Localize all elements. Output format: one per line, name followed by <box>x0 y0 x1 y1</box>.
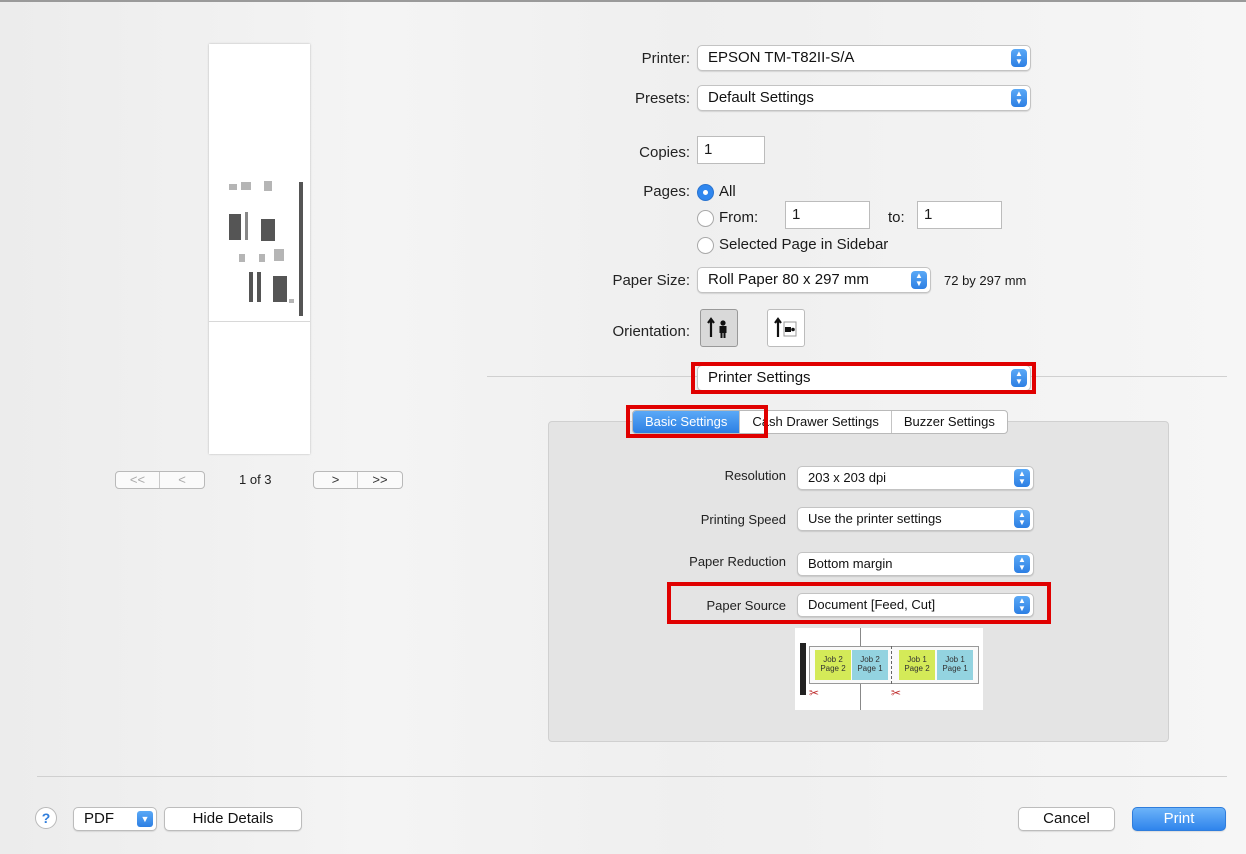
preview-content <box>229 214 241 240</box>
printing-speed-popup[interactable]: Use the printer settings ▲ ▼ <box>797 507 1034 531</box>
pages-from-radio[interactable] <box>697 210 714 227</box>
pages-selected-radio[interactable] <box>697 237 714 254</box>
preview-content <box>239 254 245 262</box>
copies-field[interactable]: 1 <box>697 136 765 164</box>
chevron-down-icon: ▼ <box>137 811 153 827</box>
presets-label: Presets: <box>634 90 690 107</box>
preview-content <box>245 212 248 240</box>
highlight-paper-source <box>667 582 1051 624</box>
paper-reduction-label: Paper Reduction <box>689 554 786 569</box>
paper-reduction-value: Bottom margin <box>808 556 893 571</box>
presets-popup[interactable]: Default Settings ▲ ▼ <box>697 85 1031 111</box>
job-block: Job 2 Page 2 <box>815 650 851 680</box>
printer-value: EPSON TM-T82II-S/A <box>708 49 855 66</box>
page-preview <box>209 44 310 454</box>
chevron-updown-icon: ▲ ▼ <box>1014 555 1030 573</box>
paper-size-value: Roll Paper 80 x 297 mm <box>708 271 869 288</box>
cut-marker <box>891 646 892 684</box>
printer-label: Printer: <box>641 50 690 67</box>
hide-details-button[interactable]: Hide Details <box>164 807 302 831</box>
pages-from-label: From: <box>719 209 759 226</box>
highlight-printer-settings <box>691 362 1036 394</box>
preview-content <box>289 299 294 303</box>
first-page-button[interactable]: << <box>116 472 160 488</box>
landscape-icon <box>774 317 797 337</box>
preview-content <box>273 276 287 302</box>
page-counter: 1 of 3 <box>239 472 272 487</box>
preview-content <box>257 272 261 302</box>
resolution-popup[interactable]: 203 x 203 dpi ▲ ▼ <box>797 466 1034 490</box>
orientation-landscape-button[interactable] <box>767 309 805 347</box>
print-button[interactable]: Print <box>1132 807 1226 831</box>
orientation-label: Orientation: <box>612 323 690 340</box>
pages-to-label: to: <box>888 209 905 226</box>
printing-speed-label: Printing Speed <box>700 512 786 527</box>
preview-content <box>229 184 237 190</box>
printer-popup[interactable]: EPSON TM-T82II-S/A ▲ ▼ <box>697 45 1031 71</box>
highlight-basic-settings <box>626 405 768 438</box>
pages-from-field[interactable]: 1 <box>785 201 870 229</box>
roll-edge <box>800 643 806 695</box>
job-block: Job 1 Page 1 <box>937 650 973 680</box>
preview-content <box>241 182 251 190</box>
paper-reduction-popup[interactable]: Bottom margin ▲ ▼ <box>797 552 1034 576</box>
chevron-updown-icon: ▲ ▼ <box>1014 510 1030 528</box>
orientation-portrait-button[interactable] <box>700 309 738 347</box>
paper-size-popup[interactable]: Roll Paper 80 x 297 mm ▲ ▼ <box>697 267 931 293</box>
scissors-icon: ✂ <box>891 686 902 700</box>
paper-source-diagram: Job 2 Page 2 Job 2 Page 1 Job 1 Page 2 Job … <box>795 628 983 710</box>
chevron-updown-icon: ▲ ▼ <box>1011 89 1027 107</box>
preview-nav-back: << < <box>115 471 205 489</box>
pages-all-label: All <box>719 183 736 200</box>
pages-all-radio[interactable] <box>697 184 714 201</box>
scissors-icon: ✂ <box>809 686 820 700</box>
presets-value: Default Settings <box>708 89 814 106</box>
cancel-button[interactable]: Cancel <box>1018 807 1115 831</box>
job-block: Job 2 Page 1 <box>852 650 888 680</box>
resolution-value: 203 x 203 dpi <box>808 470 887 485</box>
pdf-menu-button[interactable]: PDF ▼ <box>73 807 157 831</box>
preview-content <box>261 219 275 241</box>
help-button[interactable]: ? <box>35 807 57 829</box>
portrait-icon <box>707 317 727 338</box>
tab-buzzer-settings[interactable]: Buzzer Settings <box>892 411 1007 433</box>
footer-separator <box>37 776 1227 777</box>
pdf-label: PDF <box>84 810 114 827</box>
preview-content <box>249 272 253 302</box>
window-top-border <box>0 0 1246 2</box>
previous-page-button[interactable]: < <box>160 472 204 488</box>
paper-size-label: Paper Size: <box>612 272 690 289</box>
paper-dimensions: 72 by 297 mm <box>944 273 1027 288</box>
next-page-button[interactable]: > <box>314 472 358 488</box>
preview-content <box>299 182 303 316</box>
copies-label: Copies: <box>639 144 690 161</box>
chevron-updown-icon: ▲ ▼ <box>911 271 927 289</box>
preview-nav-forward: > >> <box>313 471 403 489</box>
job-block: Job 1 Page 2 <box>899 650 935 680</box>
preview-content <box>259 254 265 262</box>
pages-to-field[interactable]: 1 <box>917 201 1002 229</box>
resolution-label: Resolution <box>724 468 786 483</box>
preview-content <box>264 181 272 191</box>
preview-content <box>274 249 284 261</box>
pages-selected-label: Selected Page in Sidebar <box>719 236 889 253</box>
last-page-button[interactable]: >> <box>358 472 402 488</box>
printing-speed-value: Use the printer settings <box>808 511 942 526</box>
page-break <box>209 321 310 322</box>
pages-label: Pages: <box>643 183 690 200</box>
chevron-updown-icon: ▲ ▼ <box>1011 49 1027 67</box>
chevron-updown-icon: ▲ ▼ <box>1014 469 1030 487</box>
